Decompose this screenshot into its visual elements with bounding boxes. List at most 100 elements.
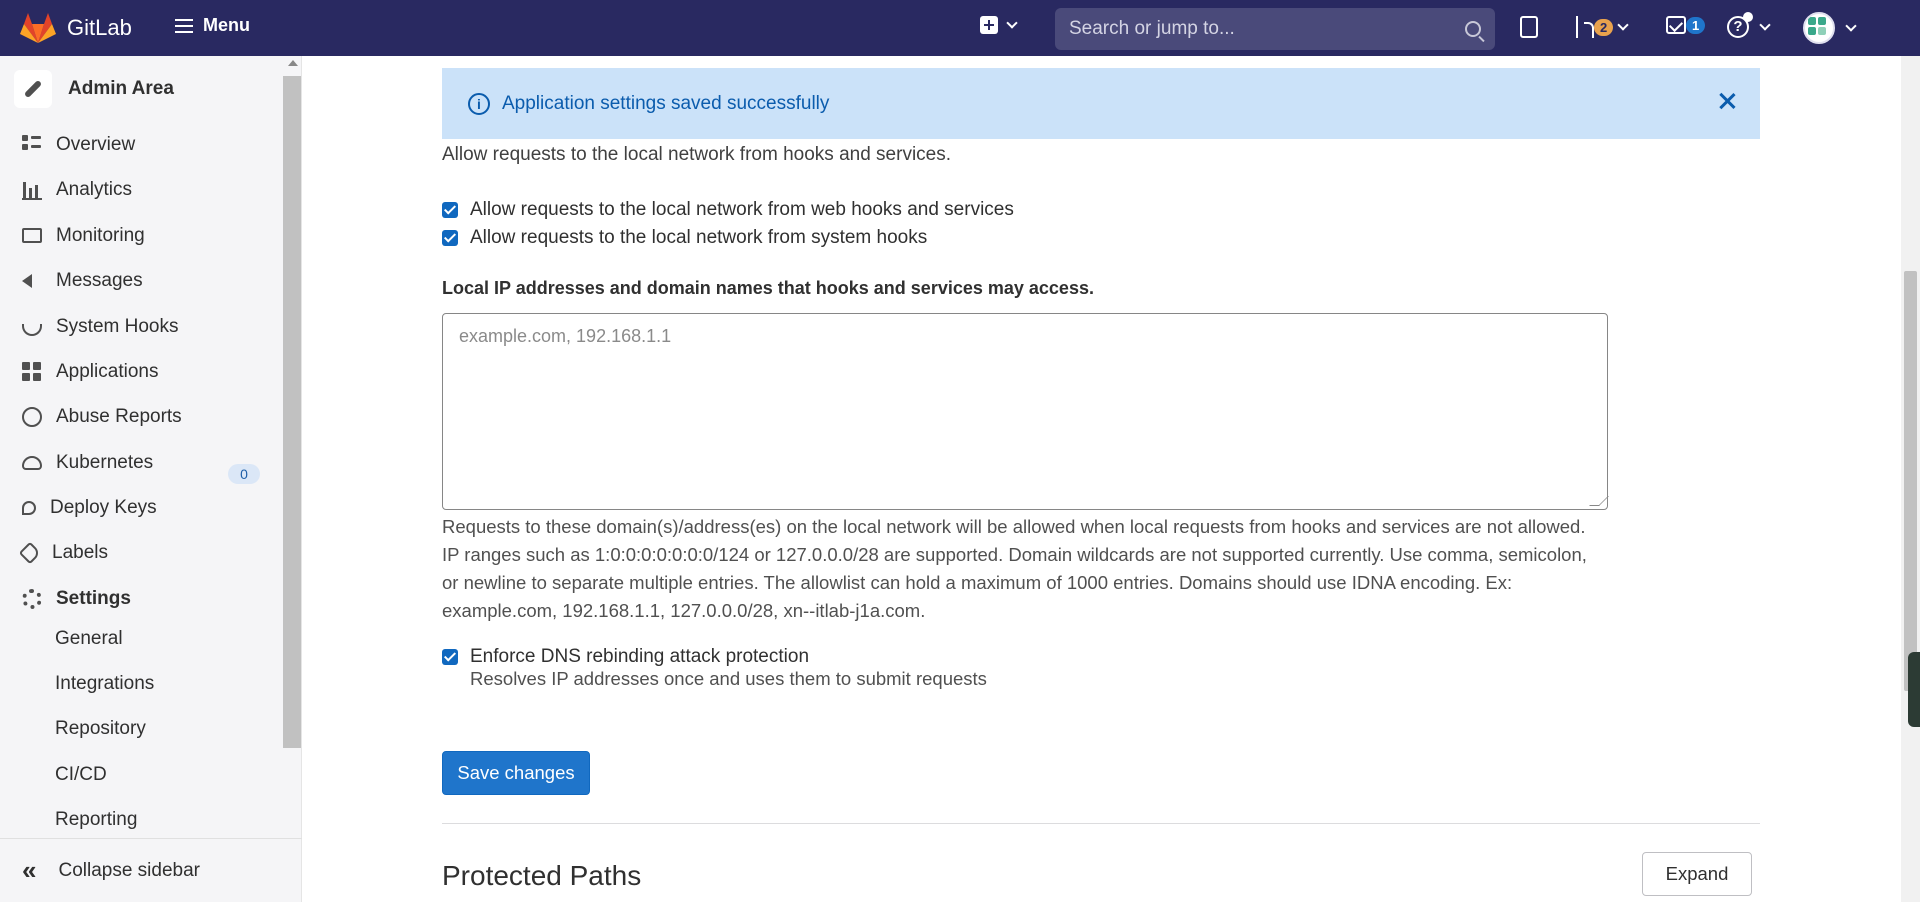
abuse-icon	[22, 407, 42, 427]
allowlist-placeholder: example.com, 192.168.1.1	[459, 326, 671, 346]
plus-icon	[980, 16, 998, 34]
sidebar: Admin Area Overview Analytics Monitoring…	[0, 56, 302, 902]
todo-icon	[1666, 16, 1686, 34]
sidebar-subitem-reporting[interactable]: Reporting	[55, 809, 137, 831]
allowlist-help-text: Requests to these domain(s)/address(es) …	[442, 513, 1592, 625]
applications-icon	[22, 362, 42, 382]
hook-icon	[22, 324, 42, 336]
messages-icon	[22, 274, 32, 288]
sidebar-item-kubernetes[interactable]: Kubernetes	[22, 452, 153, 474]
top-navbar: GitLab Menu Search or jump to... 2 1 ?	[0, 0, 1920, 56]
sidebar-subitem-ci-cd[interactable]: CI/CD	[55, 764, 107, 786]
web-hooks-checkbox-label[interactable]: Allow requests to the local network from…	[470, 199, 1014, 221]
info-icon: i	[468, 93, 490, 115]
allowlist-label: Local IP addresses and domain names that…	[442, 278, 1094, 299]
allowlist-textarea[interactable]: example.com, 192.168.1.1	[442, 313, 1608, 510]
chevron-down-icon	[1006, 17, 1017, 28]
merge-requests-button[interactable]: 2	[1574, 16, 1627, 38]
web-hooks-checkbox-row: Allow requests to the local network from…	[442, 199, 1014, 221]
sidebar-item-system-hooks[interactable]: System Hooks	[22, 316, 178, 338]
hamburger-icon	[175, 19, 193, 33]
merge-requests-count: 2	[1594, 19, 1613, 36]
page-scrollbar[interactable]	[1901, 56, 1920, 902]
issues-button[interactable]	[1520, 16, 1538, 38]
todos-count: 1	[1686, 17, 1705, 34]
side-widget-tab[interactable]	[1908, 652, 1920, 727]
main-content: i Application settings saved successfull…	[303, 56, 1901, 902]
sidebar-item-abuse-reports[interactable]: Abuse Reports	[22, 406, 182, 428]
double-chevron-left-icon: «	[22, 855, 36, 886]
dns-rebinding-checkbox-label[interactable]: Enforce DNS rebinding attack protection	[470, 646, 809, 668]
menu-button[interactable]: Menu	[175, 15, 250, 36]
sidebar-title: Admin Area	[68, 78, 174, 100]
sidebar-scrollbar[interactable]	[283, 76, 301, 748]
label-icon	[19, 542, 42, 565]
user-menu-button[interactable]	[1803, 12, 1855, 44]
dns-rebinding-help: Resolves IP addresses once and uses them…	[470, 668, 987, 690]
sidebar-item-label: Settings	[56, 588, 131, 610]
chevron-down-icon	[1845, 20, 1856, 31]
web-hooks-checkbox[interactable]	[442, 202, 458, 218]
monitoring-icon	[22, 228, 42, 243]
sidebar-item-labels[interactable]: Labels	[22, 542, 108, 564]
chevron-down-icon	[1759, 19, 1770, 30]
search-input[interactable]: Search or jump to...	[1055, 8, 1495, 50]
sidebar-header-admin-area[interactable]: Admin Area	[14, 70, 174, 108]
sidebar-item-settings[interactable]: Settings	[22, 588, 131, 610]
resize-handle[interactable]	[1589, 496, 1609, 506]
expand-button[interactable]: Expand	[1642, 852, 1752, 896]
sidebar-item-label: Analytics	[56, 179, 132, 201]
help-button[interactable]: ?	[1727, 16, 1769, 38]
overview-icon	[22, 135, 42, 155]
sidebar-item-label: Messages	[56, 270, 143, 292]
system-hooks-checkbox-row: Allow requests to the local network from…	[442, 227, 927, 249]
sidebar-item-monitoring[interactable]: Monitoring	[22, 225, 145, 247]
save-changes-button[interactable]: Save changes	[442, 751, 590, 795]
page-scrollbar-thumb[interactable]	[1904, 271, 1917, 691]
success-alert: i Application settings saved successfull…	[442, 68, 1760, 139]
help-icon: ?	[1727, 16, 1749, 38]
key-icon	[22, 501, 36, 515]
sidebar-item-label: Overview	[56, 134, 135, 156]
avatar	[1803, 12, 1835, 44]
collapse-sidebar-label: Collapse sidebar	[58, 860, 200, 882]
dns-rebinding-checkbox[interactable]	[442, 649, 458, 665]
brand-name[interactable]: GitLab	[67, 15, 132, 41]
gitlab-logo-icon[interactable]	[20, 12, 56, 44]
sidebar-subitem-repository[interactable]: Repository	[55, 718, 146, 740]
scroll-up-arrow[interactable]	[288, 60, 298, 66]
sidebar-item-label: Kubernetes	[56, 452, 153, 474]
todos-button[interactable]: 1	[1666, 16, 1705, 34]
sidebar-item-label: Deploy Keys	[50, 497, 157, 519]
search-icon	[1465, 21, 1481, 37]
merge-request-icon	[1574, 16, 1594, 38]
collapse-sidebar-button[interactable]: « Collapse sidebar	[0, 838, 302, 902]
kubernetes-icon	[22, 456, 42, 470]
sidebar-item-analytics[interactable]: Analytics	[22, 179, 132, 201]
section-divider	[442, 823, 1760, 824]
abuse-reports-count-badge: 0	[228, 464, 260, 484]
section-description: Allow requests to the local network from…	[442, 144, 951, 166]
sidebar-item-deploy-keys[interactable]: Deploy Keys	[22, 497, 157, 519]
sidebar-item-overview[interactable]: Overview	[22, 134, 135, 156]
system-hooks-checkbox[interactable]	[442, 230, 458, 246]
search-placeholder: Search or jump to...	[1069, 18, 1465, 40]
system-hooks-checkbox-label[interactable]: Allow requests to the local network from…	[470, 227, 927, 249]
notification-dot	[1743, 12, 1753, 22]
settings-icon	[22, 589, 42, 609]
sidebar-item-label: Labels	[52, 542, 108, 564]
issues-icon	[1520, 16, 1538, 38]
new-dropdown-button[interactable]	[980, 16, 1016, 34]
close-icon[interactable]	[1718, 92, 1736, 110]
sidebar-item-messages[interactable]: Messages	[22, 270, 143, 292]
sidebar-subitem-general[interactable]: General	[55, 628, 123, 650]
sidebar-item-label: Abuse Reports	[56, 406, 182, 428]
protected-paths-title: Protected Paths	[442, 860, 641, 892]
analytics-icon	[22, 180, 42, 200]
sidebar-item-applications[interactable]: Applications	[22, 361, 158, 383]
sidebar-subitem-integrations[interactable]: Integrations	[55, 673, 154, 695]
sidebar-item-label: Applications	[56, 361, 158, 383]
wrench-icon	[14, 70, 52, 108]
alert-message: Application settings saved successfully	[502, 93, 829, 115]
sidebar-item-label: System Hooks	[56, 316, 178, 338]
